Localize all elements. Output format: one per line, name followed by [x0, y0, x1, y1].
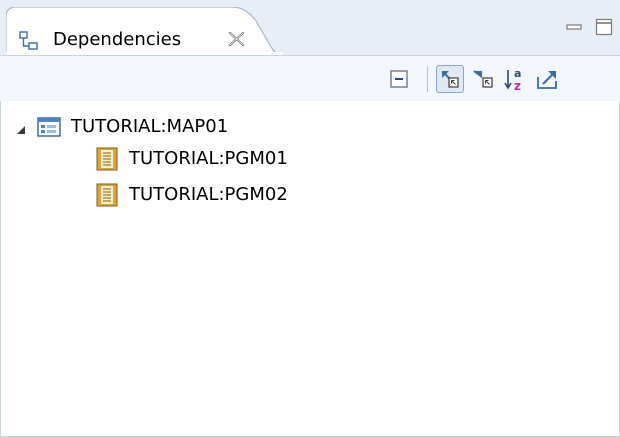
- sort-alphabetically-button[interactable]: a z: [502, 65, 530, 93]
- view-tab-strip: Dependencies: [0, 0, 620, 57]
- tab-dependencies[interactable]: Dependencies: [6, 7, 283, 57]
- maximize-icon[interactable]: [595, 18, 613, 36]
- toolbar-separator: [427, 66, 428, 92]
- program-icon: [95, 147, 119, 171]
- dependency-tree: TUTORIAL:MAP01 TUTORIAL:PGM01 TUTORIAL:P…: [0, 101, 620, 437]
- callers-icon: [442, 71, 459, 88]
- collapse-all-button[interactable]: [385, 65, 413, 93]
- tree-node-label: TUTORIAL:PGM01: [129, 148, 288, 169]
- tree-node-child[interactable]: TUTORIAL:PGM01: [95, 144, 288, 174]
- minimize-icon[interactable]: [566, 18, 582, 30]
- tree-node-child[interactable]: TUTORIAL:PGM02: [95, 180, 288, 210]
- hierarchy-icon: [19, 31, 39, 51]
- view-toolbar: a z: [0, 55, 620, 101]
- show-callees-button[interactable]: [470, 65, 498, 93]
- show-callers-button[interactable]: [436, 65, 464, 93]
- tree-node-label: TUTORIAL:PGM02: [129, 184, 288, 205]
- view-title: Dependencies: [53, 29, 182, 50]
- callees-icon: [473, 70, 493, 88]
- program-icon: [95, 183, 119, 207]
- sort-az-icon: a z: [504, 67, 521, 93]
- export-icon: [537, 71, 557, 89]
- tree-node-label: TUTORIAL:MAP01: [71, 116, 229, 137]
- close-icon[interactable]: [226, 28, 248, 50]
- collapse-all-icon: [390, 70, 408, 88]
- dependencies-view: Dependencies a z TUTORIAL:MAP01 TUTORIAL…: [0, 0, 620, 437]
- expanded-triangle-icon[interactable]: [15, 121, 27, 134]
- svg-text:z: z: [514, 79, 521, 93]
- map-icon: [37, 115, 61, 139]
- export-button[interactable]: [534, 65, 562, 93]
- tree-node-root[interactable]: TUTORIAL:MAP01: [15, 112, 228, 142]
